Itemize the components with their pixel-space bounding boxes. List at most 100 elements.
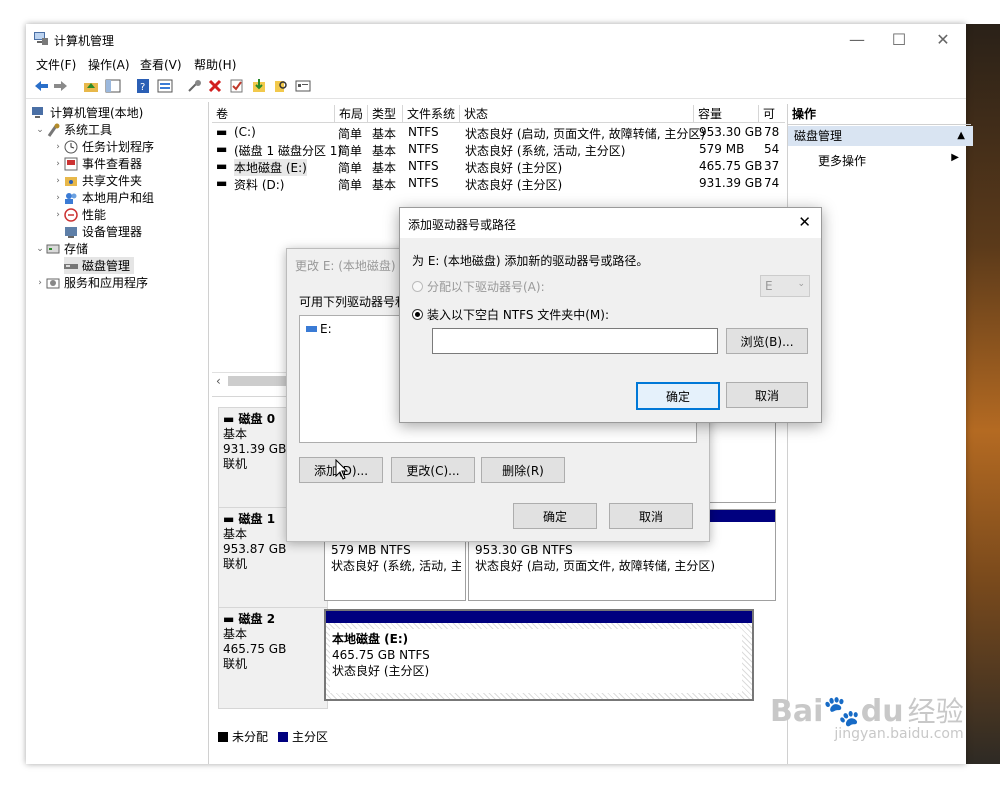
column-free[interactable]: 可 [759,105,785,122]
folder-path-input[interactable] [432,328,718,354]
mount-folder-option[interactable]: 装入以下空白 NTFS 文件夹中(M): [412,306,609,323]
chevron-right-icon[interactable]: › [34,278,46,288]
volume-drive-icon: ▬ [216,142,228,156]
properties-icon[interactable] [156,77,174,95]
connect-icon[interactable] [186,77,204,95]
computer-icon [32,106,46,120]
radio-checked-icon[interactable] [412,309,423,320]
tree-item-local-users[interactable]: › 本地用户和组 [52,189,154,206]
baidu-watermark: Bai🐾du 经验 jingyan.baidu.com [770,694,964,742]
menu-action[interactable]: 操作(A) [88,56,130,73]
column-type[interactable]: 类型 [368,105,403,122]
column-layout[interactable]: 布局 [335,105,368,122]
chevron-right-icon[interactable]: › [52,159,64,169]
disk-icon: ▬ [223,412,239,426]
services-icon [46,276,60,290]
up-folder-icon[interactable] [82,77,100,95]
add-dialog-ok-button[interactable]: 确定 [636,382,720,410]
disk-2-partition-e[interactable]: 本地磁盘 (E:) 465.75 GB NTFS 状态良好 (主分区) [324,609,754,701]
volume-drive-icon: ▬ [216,125,228,139]
table-row[interactable]: ▬ (磁盘 1 磁盘分区 1) 简单 基本 NTFS 状态良好 (系统, 活动,… [212,141,785,158]
chevron-down-icon[interactable]: ⌄ [34,125,46,135]
menu-bar: 文件(F) 操作(A) 查看(V) 帮助(H) [26,54,966,74]
chevron-right-icon[interactable]: › [52,210,64,220]
performance-icon [64,207,78,222]
table-row[interactable]: ▬ 本地磁盘 (E:) 简单 基本 NTFS 状态良好 (主分区) 465.75… [212,158,785,176]
list-view-icon[interactable] [294,77,312,95]
collapse-up-icon[interactable]: ▲ [957,126,965,146]
mouse-cursor-icon [335,459,349,480]
remove-button[interactable]: 删除(R) [481,457,565,483]
menu-help[interactable]: 帮助(H) [194,56,236,73]
volume-drive-icon: ▬ [216,159,228,173]
primary-swatch [278,731,289,742]
import-icon[interactable] [250,77,268,95]
chevron-down-icon[interactable]: ⌄ [34,244,46,254]
list-item[interactable]: E: [306,322,332,336]
scroll-left-icon[interactable]: ‹ [216,374,221,388]
forward-icon[interactable] [52,77,70,95]
tree-item-services-apps[interactable]: › 服务和应用程序 [34,274,148,291]
add-dialog-cancel-button[interactable]: 取消 [726,382,808,408]
column-volume[interactable]: 卷 [212,105,335,122]
check-icon[interactable] [228,77,246,95]
primary-partition-bar [326,611,752,623]
help-icon[interactable]: ? [134,77,152,95]
maximize-button[interactable]: ☐ [876,24,922,54]
tree-item-system-tools[interactable]: ⌄ 系统工具 [34,121,112,138]
change-dialog-intro: 可用下列驱动器号和 [299,295,408,309]
submenu-arrow-icon[interactable]: ▶ [951,152,959,163]
tree-item-shared-folders[interactable]: › 共享文件夹 [52,172,142,189]
device-manager-icon [64,225,78,239]
actions-section-disk-management[interactable]: 磁盘管理 ▲ [788,126,973,146]
volume-list-header: 卷 布局 类型 文件系统 状态 容量 可 [212,104,785,123]
scrollbar-thumb[interactable] [228,376,288,386]
show-tree-icon[interactable] [104,77,122,95]
add-dialog-title-bar[interactable]: 添加驱动器号或路径 ✕ [400,208,821,238]
browse-button[interactable]: 浏览(B)... [726,328,808,354]
search-icon[interactable] [272,77,290,95]
chevron-right-icon[interactable]: › [52,176,64,186]
unallocated-swatch [218,731,228,742]
clock-icon [64,140,78,154]
table-row[interactable]: ▬ (C:) 简单 基本 NTFS 状态良好 (启动, 页面文件, 故障转储, … [212,124,785,141]
menu-view[interactable]: 查看(V) [140,56,182,73]
tree-item-task-scheduler[interactable]: › 任务计划程序 [52,138,154,155]
close-icon[interactable]: ✕ [798,213,811,231]
tools-icon [46,123,60,137]
change-dialog-title: 更改 E: (本地磁盘) 的 [295,259,412,273]
table-row[interactable]: ▬ 资料 (D:) 简单 基本 NTFS 状态良好 (主分区) 931.39 G… [212,175,785,192]
tree-item-root[interactable]: 计算机管理(本地) [32,104,143,121]
change-dialog-cancel-button[interactable]: 取消 [609,503,693,529]
close-button[interactable]: ✕ [920,24,966,54]
menu-file[interactable]: 文件(F) [36,56,76,73]
column-capacity[interactable]: 容量 [694,105,759,122]
back-icon[interactable] [32,77,50,95]
assign-letter-option[interactable]: 分配以下驱动器号(A): [412,278,545,295]
disk-management-icon [64,259,78,273]
title-bar[interactable]: 计算机管理 — ☐ ✕ [26,24,966,54]
column-status[interactable]: 状态 [460,105,694,122]
tree-item-performance[interactable]: › 性能 [52,206,106,223]
storage-icon [46,242,60,256]
users-icon [64,191,78,205]
tree-item-disk-management[interactable]: 磁盘管理 [64,257,135,274]
tree-item-event-viewer[interactable]: › 事件查看器 [52,155,142,172]
add-drive-letter-dialog: 添加驱动器号或路径 ✕ 为 E: (本地磁盘) 添加新的驱动器号或路径。 分配以… [399,207,822,423]
event-viewer-icon [64,157,78,171]
tree-item-device-manager[interactable]: 设备管理器 [64,223,142,240]
more-actions-link[interactable]: 更多操作 [818,152,866,169]
chevron-right-icon[interactable]: › [52,193,64,203]
drive-letter-select[interactable]: E ⌄ [760,275,810,297]
radio-unchecked-icon[interactable] [412,281,423,292]
chevron-right-icon[interactable]: › [52,142,64,152]
change-dialog-ok-button[interactable]: 确定 [513,503,597,529]
delete-icon[interactable] [206,77,224,95]
svg-text:?: ? [140,82,145,93]
tree-item-storage[interactable]: ⌄ 存储 [34,240,88,257]
column-filesystem[interactable]: 文件系统 [403,105,460,122]
change-button[interactable]: 更改(C)... [391,457,475,483]
drive-icon [306,326,317,332]
disk-2-label[interactable]: ▬ 磁盘 2 基本 465.75 GB 联机 [218,607,328,709]
minimize-button[interactable]: — [834,24,880,54]
